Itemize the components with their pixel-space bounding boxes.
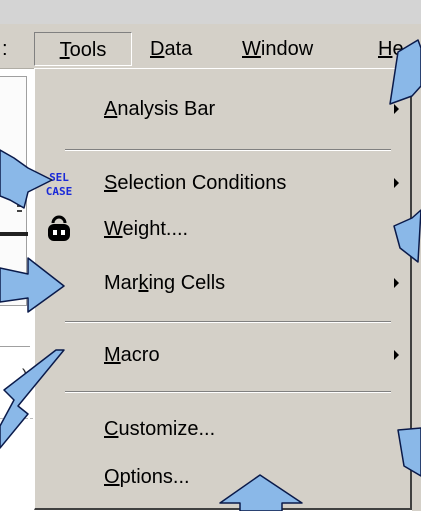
menu-item-options[interactable]: Options... [35,453,409,501]
menu-help[interactable]: He [378,34,404,64]
submenu-arrow-icon [394,104,399,114]
weight-icon [42,213,76,247]
menu-separator-text: : [2,38,8,60]
ruler-tick [17,205,22,207]
sel-case-icon-text-top: SEL [49,171,69,184]
left-panel-text: ) [22,366,28,386]
sel-case-icon: SEL CASE [42,167,76,201]
menu-item-label: Weight.... [104,218,189,240]
menu-bar: : Tools Data Window He [0,24,421,69]
ruler-tick [17,210,22,212]
menu-item-label: Selection Conditions [104,172,287,194]
title-strip [0,0,421,24]
workspace-right-edge [412,69,421,511]
menu-item-customize[interactable]: Customize... [35,405,409,453]
left-panel-ruler [0,76,27,306]
left-panel-cell [0,418,33,511]
menu-item-weight[interactable]: Weight.... [35,205,409,253]
menu-item-selection-conditions[interactable]: SEL CASE Selection Conditions [35,159,409,207]
ruler-tick [17,190,22,192]
menu-item-analysis-bar[interactable]: Analysis Bar [35,85,409,133]
menu-divider [65,321,391,323]
ruler-tick [17,185,22,187]
menu-item-label: Marking Cells [104,272,226,294]
sel-case-icon-text-bottom: CASE [46,185,73,198]
ruler-tick [17,195,22,197]
tools-dropdown-menu: Analysis Bar SEL CASE Selection Conditio… [34,68,412,510]
menu-item-label: Analysis Bar [104,98,216,120]
submenu-arrow-icon [394,178,399,188]
menu-item-label: Options... [104,466,190,488]
menu-data[interactable]: Data [150,34,192,64]
menu-item-macro[interactable]: Macro [35,331,409,379]
menu-tools[interactable]: Tools [34,32,132,66]
submenu-arrow-icon [394,278,399,288]
menu-divider [65,391,391,393]
menu-item-marking-cells[interactable]: Marking Cells [35,259,409,307]
menu-window[interactable]: Window [242,34,313,64]
left-panel-bar [0,232,28,236]
submenu-arrow-icon [394,350,399,360]
menu-item-label: Customize... [104,418,216,440]
ruler-tick [17,200,22,202]
menu-divider [65,149,391,151]
menu-item-label: Macro [104,344,160,366]
